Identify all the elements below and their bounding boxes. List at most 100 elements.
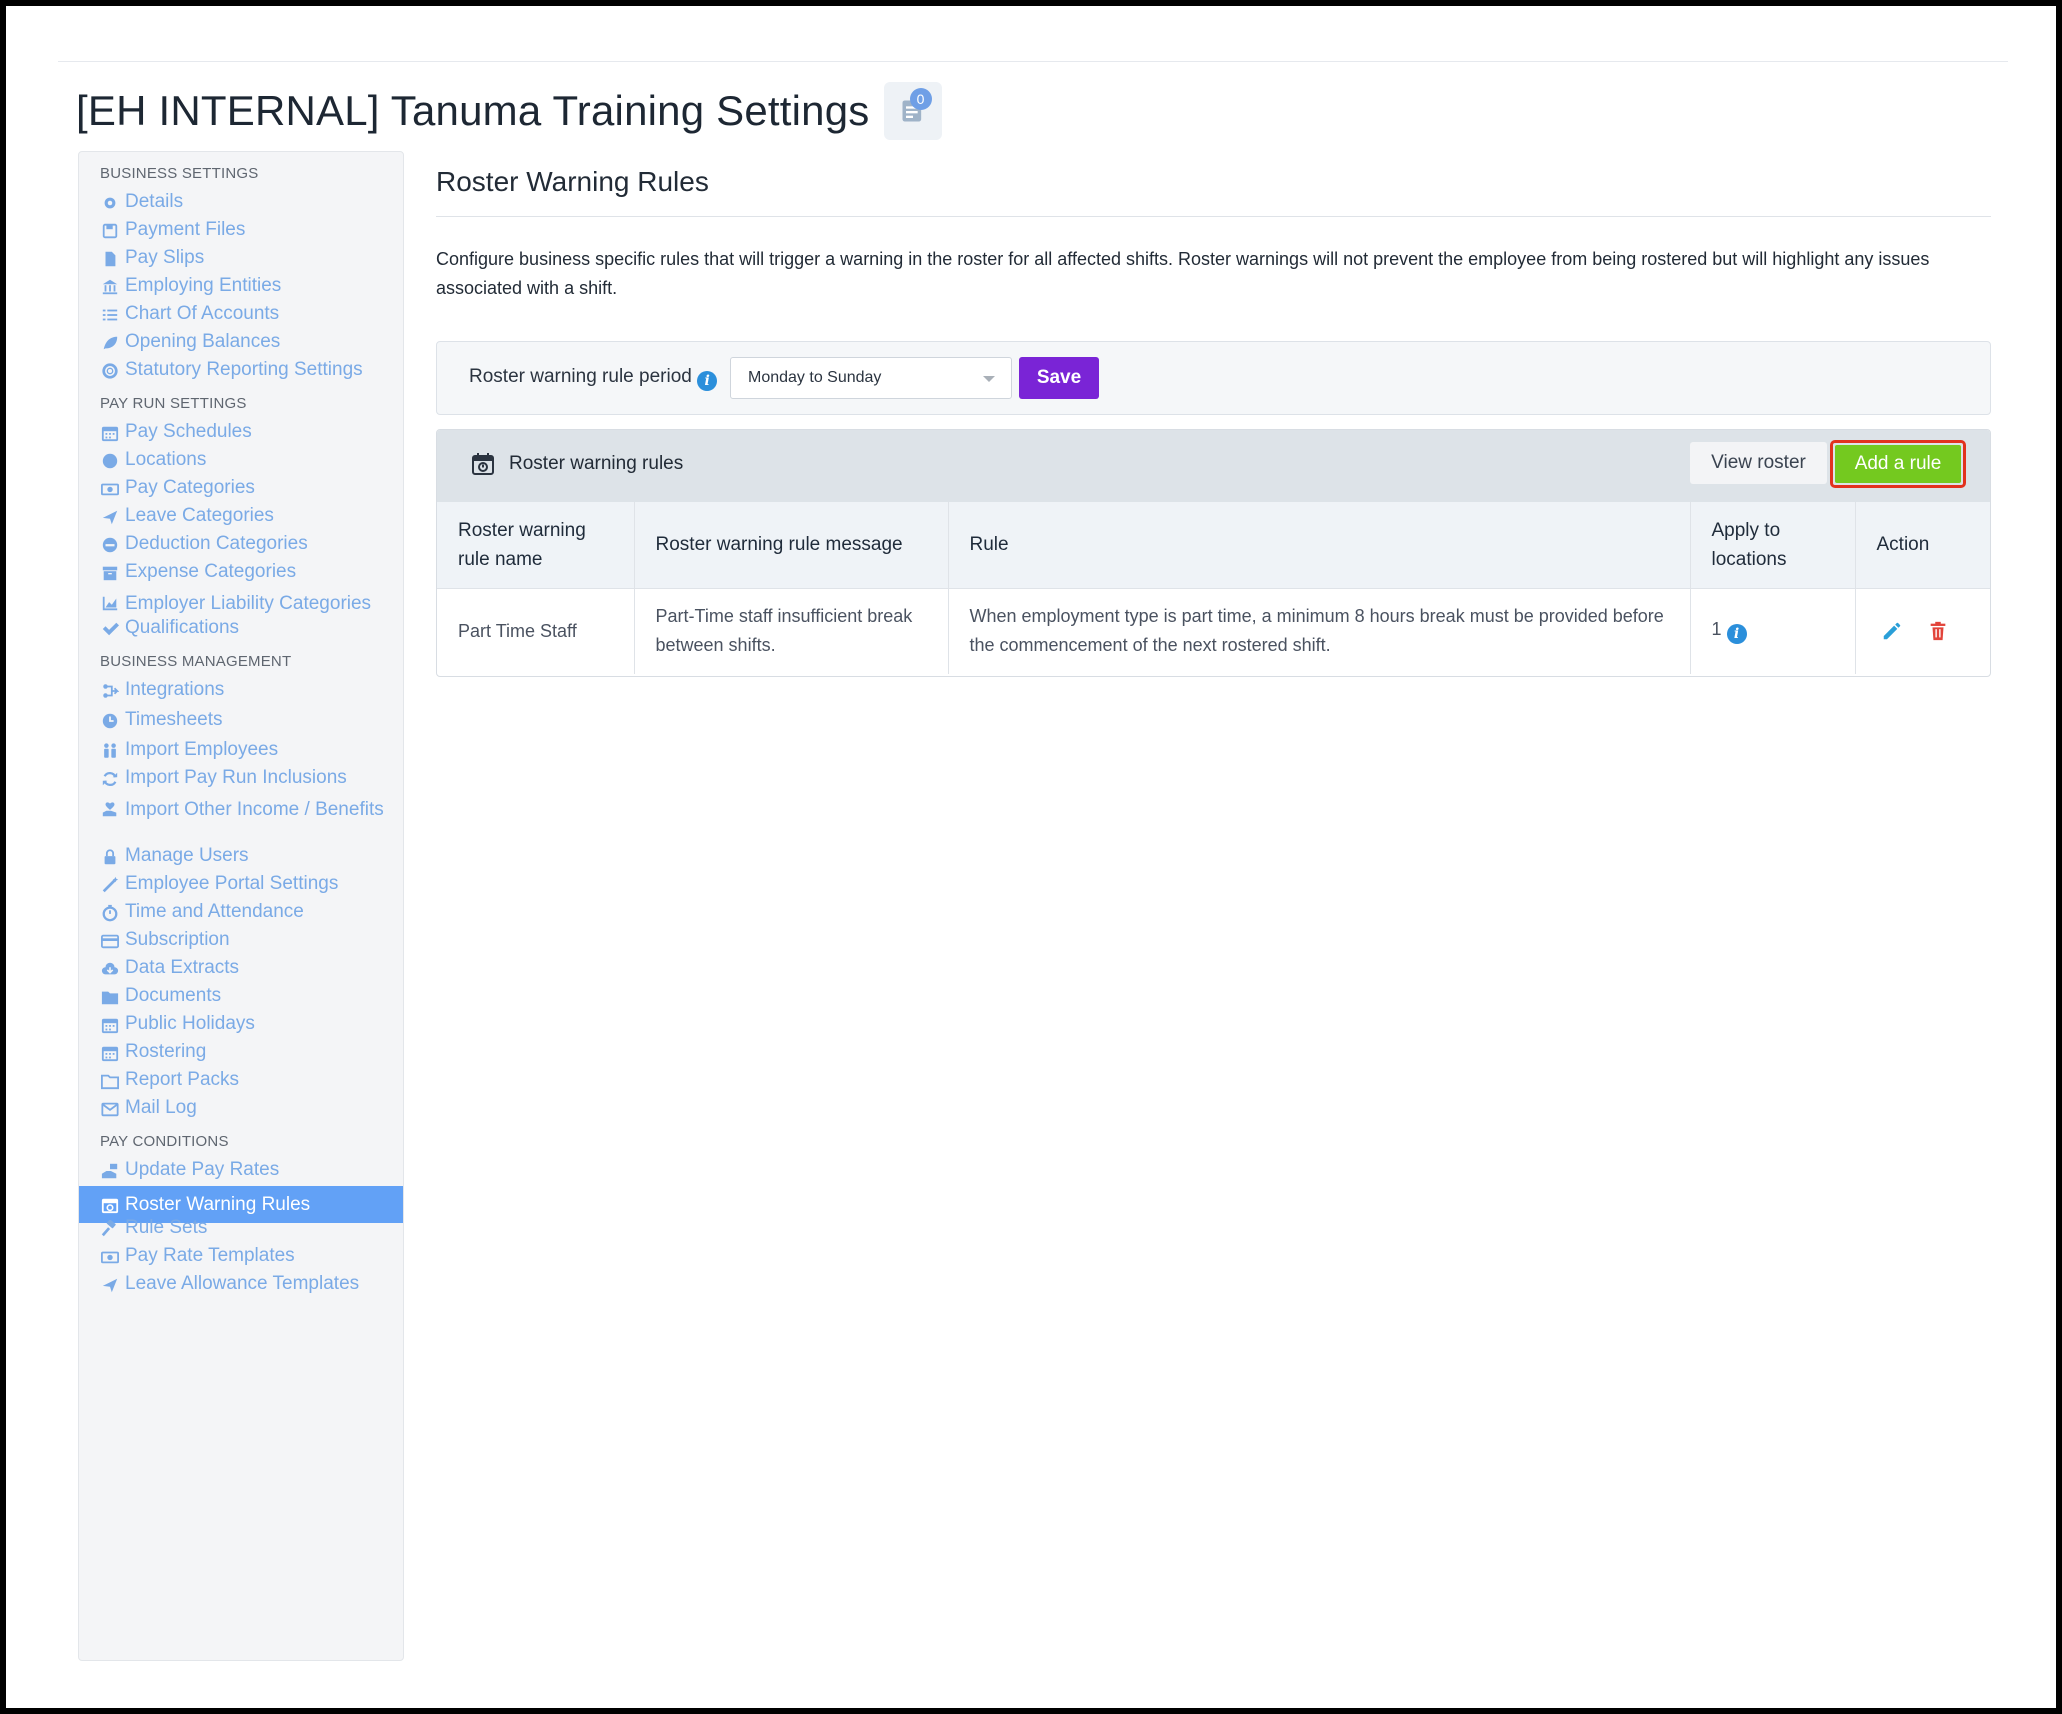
- sidebar-section-heading: BUSINESS SETTINGS: [100, 165, 259, 182]
- rules-table: Roster warning rule name Roster warning …: [437, 502, 1990, 674]
- minus-circle-icon: [100, 535, 120, 555]
- hand-money-icon: [100, 1161, 120, 1181]
- list-icon: [100, 305, 120, 325]
- table-header-row: Roster warning rule name Roster warning …: [437, 502, 1990, 589]
- sidebar-item-label: Qualifications: [125, 617, 240, 638]
- delete-trash-icon[interactable]: [1927, 620, 1949, 642]
- gavel-icon: [100, 1219, 120, 1239]
- sidebar-item-timesheets[interactable]: Timesheets: [100, 709, 403, 741]
- file-icon: [100, 249, 120, 269]
- floppy-icon: [100, 221, 120, 241]
- stopwatch-icon: [100, 903, 120, 923]
- money-icon: [100, 479, 120, 499]
- add-rule-button[interactable]: Add a rule: [1835, 445, 1961, 483]
- rule-period-select[interactable]: Monday to Sunday: [730, 357, 1012, 399]
- folder-open-icon: [100, 1071, 120, 1091]
- archive-icon: [100, 563, 120, 583]
- gear-icon: [100, 193, 120, 213]
- sidebar-item-label: Time and Attendance: [125, 901, 304, 922]
- edit-pencil-icon[interactable]: [1881, 620, 1903, 642]
- section-divider: [436, 216, 1991, 217]
- people-icon: [100, 741, 120, 761]
- sidebar-item-label: Report Packs: [125, 1069, 240, 1090]
- save-button[interactable]: Save: [1019, 357, 1099, 399]
- calendar-alert-icon: [472, 453, 494, 475]
- credit-card-icon: [100, 931, 120, 951]
- cloud-download-icon: [100, 959, 120, 979]
- chevron-down-icon: [983, 376, 995, 382]
- rule-description-cell: When employment type is part time, a min…: [948, 588, 1691, 674]
- sidebar-item-label: Payment Files: [125, 219, 246, 240]
- sidebar-item-mail-log[interactable]: Mail Log: [100, 1097, 403, 1129]
- settings-sidebar: BUSINESS SETTINGS Details Payment Files Pay…: [78, 151, 404, 1661]
- sidebar-item-label: Chart Of Accounts: [125, 303, 280, 324]
- sidebar-item-label: Documents: [125, 985, 222, 1006]
- sidebar-item-statutory-reporting-settings[interactable]: Statutory Reporting Settings: [100, 359, 403, 391]
- sidebar-item-label: Public Holidays: [125, 1013, 255, 1034]
- sidebar-item-label: Leave Categories: [125, 505, 274, 526]
- sidebar-item-label: Pay Slips: [125, 247, 205, 268]
- rule-locations-cell: 1 i: [1690, 588, 1856, 674]
- sidebar-item-label: Subscription: [125, 929, 230, 950]
- column-header-locations[interactable]: Apply to locations: [1690, 502, 1856, 589]
- calendar-icon: [100, 1015, 120, 1035]
- money-icon: [100, 1247, 120, 1267]
- column-header-action: Action: [1855, 502, 1990, 589]
- wand-icon: [100, 875, 120, 895]
- integrations-icon: [100, 681, 120, 701]
- sidebar-item-qualifications[interactable]: Qualifications: [100, 617, 403, 649]
- rule-period-selected-value: Monday to Sunday: [748, 369, 882, 386]
- sidebar-item-label: Manage Users: [125, 845, 249, 866]
- view-roster-button[interactable]: View roster: [1690, 442, 1827, 484]
- envelope-icon: [100, 1099, 120, 1119]
- rule-period-label-row: Roster warning rule period i: [469, 366, 718, 391]
- globe-icon: [100, 451, 120, 471]
- info-icon[interactable]: i: [697, 371, 718, 391]
- sidebar-item-label: Deduction Categories: [125, 533, 308, 554]
- sidebar-item-label: Timesheets: [125, 709, 223, 730]
- sidebar-item-label: Leave Allowance Templates: [125, 1273, 360, 1294]
- sidebar-section-heading: BUSINESS MANAGEMENT: [100, 653, 292, 670]
- sidebar-section-heading: PAY CONDITIONS: [100, 1133, 229, 1150]
- hand-heart-icon: [100, 799, 120, 819]
- notifications-button[interactable]: 0: [883, 82, 942, 140]
- sidebar-item-leave-allowance-templates[interactable]: Leave Allowance Templates: [100, 1273, 403, 1305]
- sidebar-item-label: Rostering: [125, 1041, 207, 1062]
- sidebar-item-label: Mail Log: [125, 1097, 197, 1118]
- panel-title-row: Roster warning rules: [471, 452, 683, 476]
- sidebar-item-label: Import Other Income / Benefits: [125, 799, 384, 820]
- page-header: [EH INTERNAL] Tanuma Training Settings 0: [76, 82, 942, 140]
- leaf-icon: [100, 333, 120, 353]
- locations-count: 1: [1711, 618, 1722, 639]
- sidebar-item-label: Details: [125, 191, 184, 212]
- panel-title: Roster warning rules: [509, 453, 684, 474]
- sidebar-item-label: Import Employees: [125, 739, 279, 760]
- column-header-name[interactable]: Roster warning rule name: [437, 502, 635, 589]
- rule-message-cell: Part-Time staff insufficient break betwe…: [634, 588, 949, 674]
- sidebar-item-label: Pay Categories: [125, 477, 255, 498]
- plane-icon: [100, 1275, 120, 1295]
- calendar-icon: [100, 1043, 120, 1063]
- calendar-alert-icon: [100, 1195, 120, 1215]
- column-header-message[interactable]: Roster warning rule message: [634, 502, 949, 589]
- sidebar-section-heading: PAY RUN SETTINGS: [100, 395, 247, 412]
- bank-icon: [100, 277, 120, 297]
- check-icon: [100, 619, 120, 639]
- sidebar-item-label: Expense Categories: [125, 561, 297, 582]
- page-title: [EH INTERNAL] Tanuma Training Settings: [76, 87, 870, 134]
- refresh-icon: [100, 769, 120, 789]
- app-window: [EH INTERNAL] Tanuma Training Settings 0…: [6, 6, 2056, 1708]
- panel-header: Roster warning rules View roster Add a r…: [437, 430, 1990, 502]
- sidebar-item-label: Opening Balances: [125, 331, 281, 352]
- roster-warning-rules-panel: Roster warning rules View roster Add a r…: [436, 429, 1991, 677]
- info-icon[interactable]: i: [1726, 623, 1747, 644]
- folder-icon: [100, 987, 120, 1007]
- lock-icon: [100, 847, 120, 867]
- add-rule-highlight: Add a rule: [1830, 440, 1966, 488]
- main-content: Roster Warning Rules Configure business …: [436, 166, 1991, 677]
- column-header-rule[interactable]: Rule: [948, 502, 1691, 589]
- sidebar-item-integrations[interactable]: Integrations: [100, 679, 403, 711]
- chart-icon: [100, 593, 120, 613]
- rule-name-cell: Part Time Staff: [437, 588, 635, 674]
- rule-actions-cell: [1855, 588, 1990, 674]
